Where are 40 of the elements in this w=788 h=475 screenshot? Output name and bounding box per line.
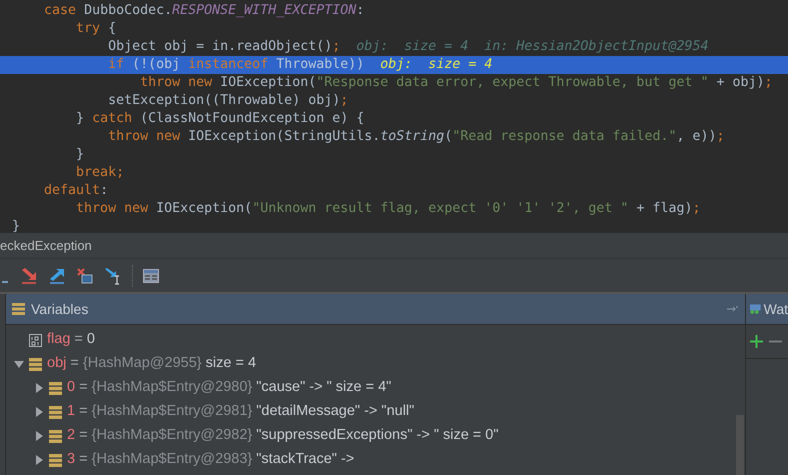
variable-entry[interactable]: 2 = {HashMap$Entry@2982} "suppressedExceptions" -> " size = 0" (67, 425, 499, 447)
list-icon (49, 382, 62, 394)
list-icon (49, 406, 62, 418)
code-line: setException((Throwable) obj); (107, 93, 348, 108)
code-line: } (75, 147, 84, 162)
table-icon[interactable] (143, 268, 159, 282)
add-icon[interactable] (750, 335, 763, 348)
variable-entry[interactable]: 0 = {HashMap$Entry@2980} "cause" -> " size = 4" (67, 377, 392, 399)
code-line: if (!(obj instanceof Throwable)) obj: size = 4 (107, 57, 492, 72)
run-to-cursor-icon[interactable] (104, 266, 122, 284)
variable-entry[interactable]: obj = {HashMap@2955} size = 4 (47, 353, 256, 375)
collapse-arrow-icon[interactable] (14, 359, 24, 369)
list-icon (49, 430, 62, 442)
list-icon (29, 358, 42, 370)
list-icon (49, 454, 62, 466)
code-line: case DubboCodec.RESPONSE_WITH_EXCEPTION: (43, 3, 364, 18)
expand-arrow-icon[interactable] (34, 431, 44, 441)
code-line: throw new IOException("Response data error, expect Throwable, but get " + obj); (139, 75, 773, 90)
expand-arrow-icon[interactable] (34, 383, 44, 393)
step-out-icon[interactable] (48, 266, 66, 284)
step-into-icon[interactable] (20, 266, 38, 284)
expand-arrow-icon[interactable] (34, 455, 44, 465)
panel-title: Variables (31, 300, 88, 318)
list-icon (12, 303, 25, 315)
code-line: } (12, 219, 20, 232)
primitive-icon (29, 334, 42, 346)
code-line: } catch (ClassNotFoundException e) { (75, 111, 364, 126)
drop-frame-icon[interactable] (76, 266, 94, 284)
expand-arrow-icon[interactable] (34, 407, 44, 417)
code-line: try { (75, 21, 116, 36)
variable-entry[interactable]: flag = 0 (47, 329, 95, 351)
code-line: throw new IOException(StringUtils.toString("Read response data failed.", e)); (107, 129, 725, 144)
code-line: throw new IOException("Unknown result flag, expect '0' '1' '2', get " + flag); (75, 201, 701, 216)
code-line: break; (75, 165, 124, 180)
panel-title: Wat (764, 300, 788, 318)
frame-title: eckedException (0, 236, 92, 255)
variable-entry[interactable]: 1 = {HashMap$Entry@2981} "detailMessage" -> "null" (67, 401, 414, 423)
code-line: Object obj = in.readObject(); obj: size = 4 in: Hessian2ObjectInput@2954 (107, 39, 708, 54)
variable-entry[interactable]: 3 = {HashMap$Entry@2983} "stackTrace" -> (67, 449, 354, 471)
code-line: default: (43, 183, 108, 198)
